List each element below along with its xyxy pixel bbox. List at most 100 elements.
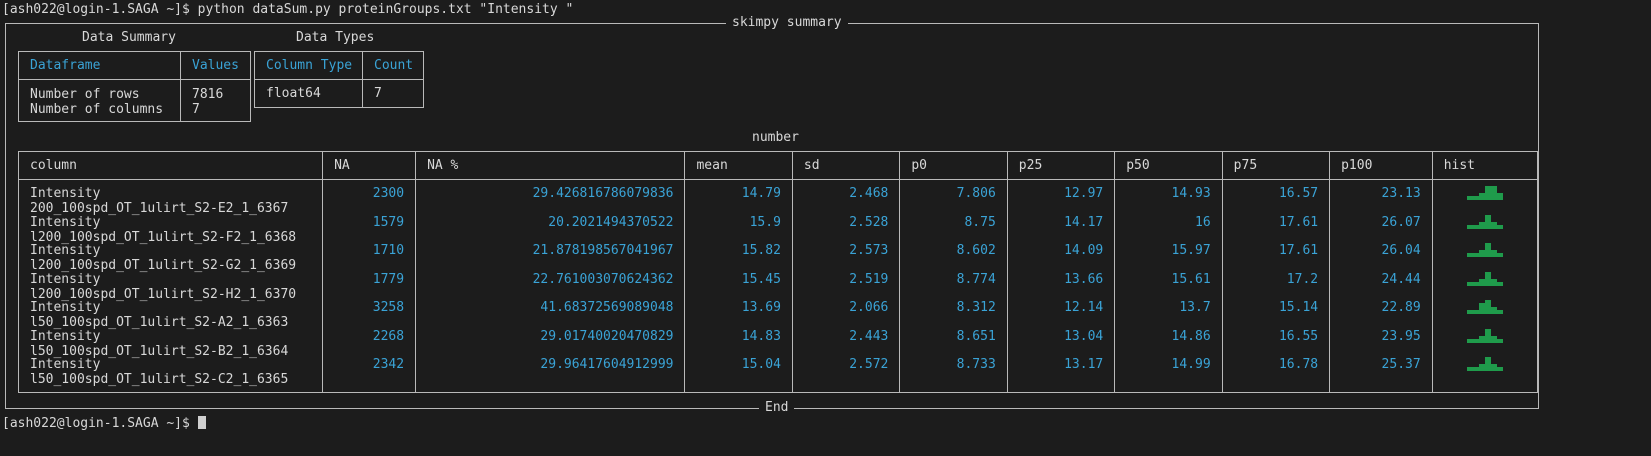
na-pct-value: 20.2021494370522: [548, 214, 674, 230]
column-header: column: [17, 151, 324, 180]
p100-value: 22.89: [1381, 300, 1421, 315]
hist-sparkline: [1444, 357, 1526, 386]
number-table: column NA NA % mean sd p0 p25 p50 p75 p100 hist In…: [17, 151, 1539, 393]
column-name-line: Intensity: [30, 357, 101, 372]
hist-bars: [1466, 271, 1503, 286]
number-caption: number: [752, 130, 799, 145]
column-name-line: Intensity: [30, 186, 101, 201]
p0-value: 8.602: [956, 243, 996, 258]
p75-value: 15.14: [1278, 300, 1319, 315]
row-value: 7816: [192, 87, 224, 102]
p100-value: 26.04: [1381, 243, 1421, 258]
p0-value: 8.651: [956, 328, 996, 344]
mean-value: 15.04: [741, 357, 781, 372]
summary-title: skimpy summary: [726, 15, 848, 30]
hist-sparkline: [1444, 186, 1526, 215]
data-summary-header: Dataframe: [18, 51, 181, 80]
hist-bars: [1466, 357, 1503, 371]
column-name-line: l50_100spd_OT_1ulirt_S2-A2_1_6363: [30, 315, 289, 330]
column-header: p50: [1114, 151, 1223, 180]
mean-value: 14.79: [741, 186, 781, 201]
hist-sparkline: [1444, 300, 1526, 329]
hist-bar: [1496, 338, 1503, 343]
hist-sparkline: [1444, 214, 1526, 244]
column-header: p0: [899, 151, 1008, 180]
cursor: [197, 416, 206, 429]
column-name: Intensity l200_100spd_OT_1ulirt_S2-F2_1_6…: [30, 214, 311, 245]
sd-value: 2.066: [849, 300, 889, 315]
na-pct-value: 29.01740020470829: [540, 328, 674, 344]
p50-value: 16: [1195, 214, 1211, 230]
p75-value: 17.61: [1278, 243, 1319, 258]
sd-value: 2.443: [849, 328, 889, 344]
hist-bars: [1466, 214, 1503, 229]
p0-value: 8.75: [964, 214, 996, 230]
p50-value: 13.7: [1179, 300, 1211, 315]
hist-bar: [1496, 193, 1503, 200]
na-value: 2268: [372, 328, 405, 344]
column-name-line: Intensity: [30, 214, 101, 230]
hist-bar: [1496, 310, 1503, 314]
p50-value: 14.99: [1171, 357, 1211, 372]
p75-value: 17.61: [1278, 214, 1319, 230]
hist-sparkline: [1444, 271, 1526, 301]
data-summary-caption: Data Summary: [82, 30, 176, 45]
p25-value: 12.14: [1064, 300, 1104, 315]
sd-value: 2.572: [849, 357, 889, 372]
column-name: Intensity l200_100spd_OT_1ulirt_S2-G2_1_6…: [30, 243, 311, 273]
column-name: Intensity l50_100spd_OT_1ulirt_S2-C2_1_63…: [30, 357, 311, 387]
hist-sparkline: [1444, 243, 1526, 272]
column-name: Intensity l50_100spd_OT_1ulirt_S2-A2_1_63…: [30, 300, 311, 330]
hist-bar: [1496, 367, 1503, 371]
hist-sparkline: [1444, 328, 1526, 358]
p75-value: 16.78: [1278, 357, 1319, 372]
data-summary-table: Dataframe Values Number of rows Number o…: [18, 51, 251, 122]
p75-value: 16.55: [1278, 328, 1319, 344]
column-name: Intensity l200_100spd_OT_1ulirt_S2-H2_1_6…: [30, 272, 311, 302]
row-label: Number of columns: [30, 102, 164, 117]
sd-value: 2.519: [849, 271, 889, 287]
na-pct-value: 29.426816786079836: [532, 186, 674, 201]
column-name-line: Intensity: [30, 300, 101, 315]
p50-value: 15.61: [1171, 271, 1211, 287]
hist-bars: [1466, 243, 1503, 257]
type-count: 7: [362, 79, 424, 108]
prompt-text: [ash022@login-1.SAGA ~]$: [2, 416, 198, 431]
na-value: 1579: [372, 214, 405, 230]
p50-value: 14.93: [1171, 186, 1211, 201]
shell-prompt[interactable]: [ash022@login-1.SAGA ~]$: [2, 416, 206, 431]
data-summary-header: Values: [180, 51, 251, 80]
column-name: Intensity l50_100spd_OT_1ulirt_S2-B2_1_63…: [30, 329, 311, 359]
p50-value: 15.97: [1171, 243, 1211, 258]
na-value: 3258: [372, 300, 405, 315]
column-header: NA %: [415, 151, 686, 180]
na-pct-value: 41.68372569089048: [540, 300, 674, 315]
column-header: sd: [791, 151, 901, 180]
p75-value: 17.2: [1286, 271, 1319, 287]
hist-bar: [1496, 224, 1503, 229]
p0-value: 8.733: [956, 357, 996, 372]
p25-value: 13.04: [1064, 328, 1104, 344]
hist-bars: [1466, 328, 1503, 343]
na-value: 1710: [372, 243, 405, 258]
row-value: 7: [192, 102, 200, 117]
mean-value: 13.69: [741, 300, 781, 315]
hist-bars: [1466, 300, 1503, 314]
mean-value: 14.83: [741, 328, 781, 344]
na-value: 2342: [372, 357, 405, 372]
p25-value: 13.66: [1064, 271, 1104, 287]
column-header: mean: [684, 151, 793, 180]
p75-value: 16.57: [1278, 186, 1319, 201]
column-name-line: 200_100spd_OT_1ulirt_S2-E2_1_6367: [30, 201, 289, 216]
column-header: hist: [1431, 151, 1539, 180]
na-value: 2300: [372, 186, 405, 201]
mean-value: 15.9: [749, 214, 781, 230]
sd-value: 2.528: [849, 214, 889, 230]
p25-value: 12.97: [1064, 186, 1104, 201]
column-name-line: Intensity: [30, 243, 101, 258]
na-pct-value: 29.96417604912999: [540, 357, 674, 372]
hist-bar: [1496, 253, 1503, 257]
p0-value: 7.806: [956, 186, 996, 201]
p0-value: 8.774: [956, 271, 996, 287]
p25-value: 14.09: [1064, 243, 1104, 258]
